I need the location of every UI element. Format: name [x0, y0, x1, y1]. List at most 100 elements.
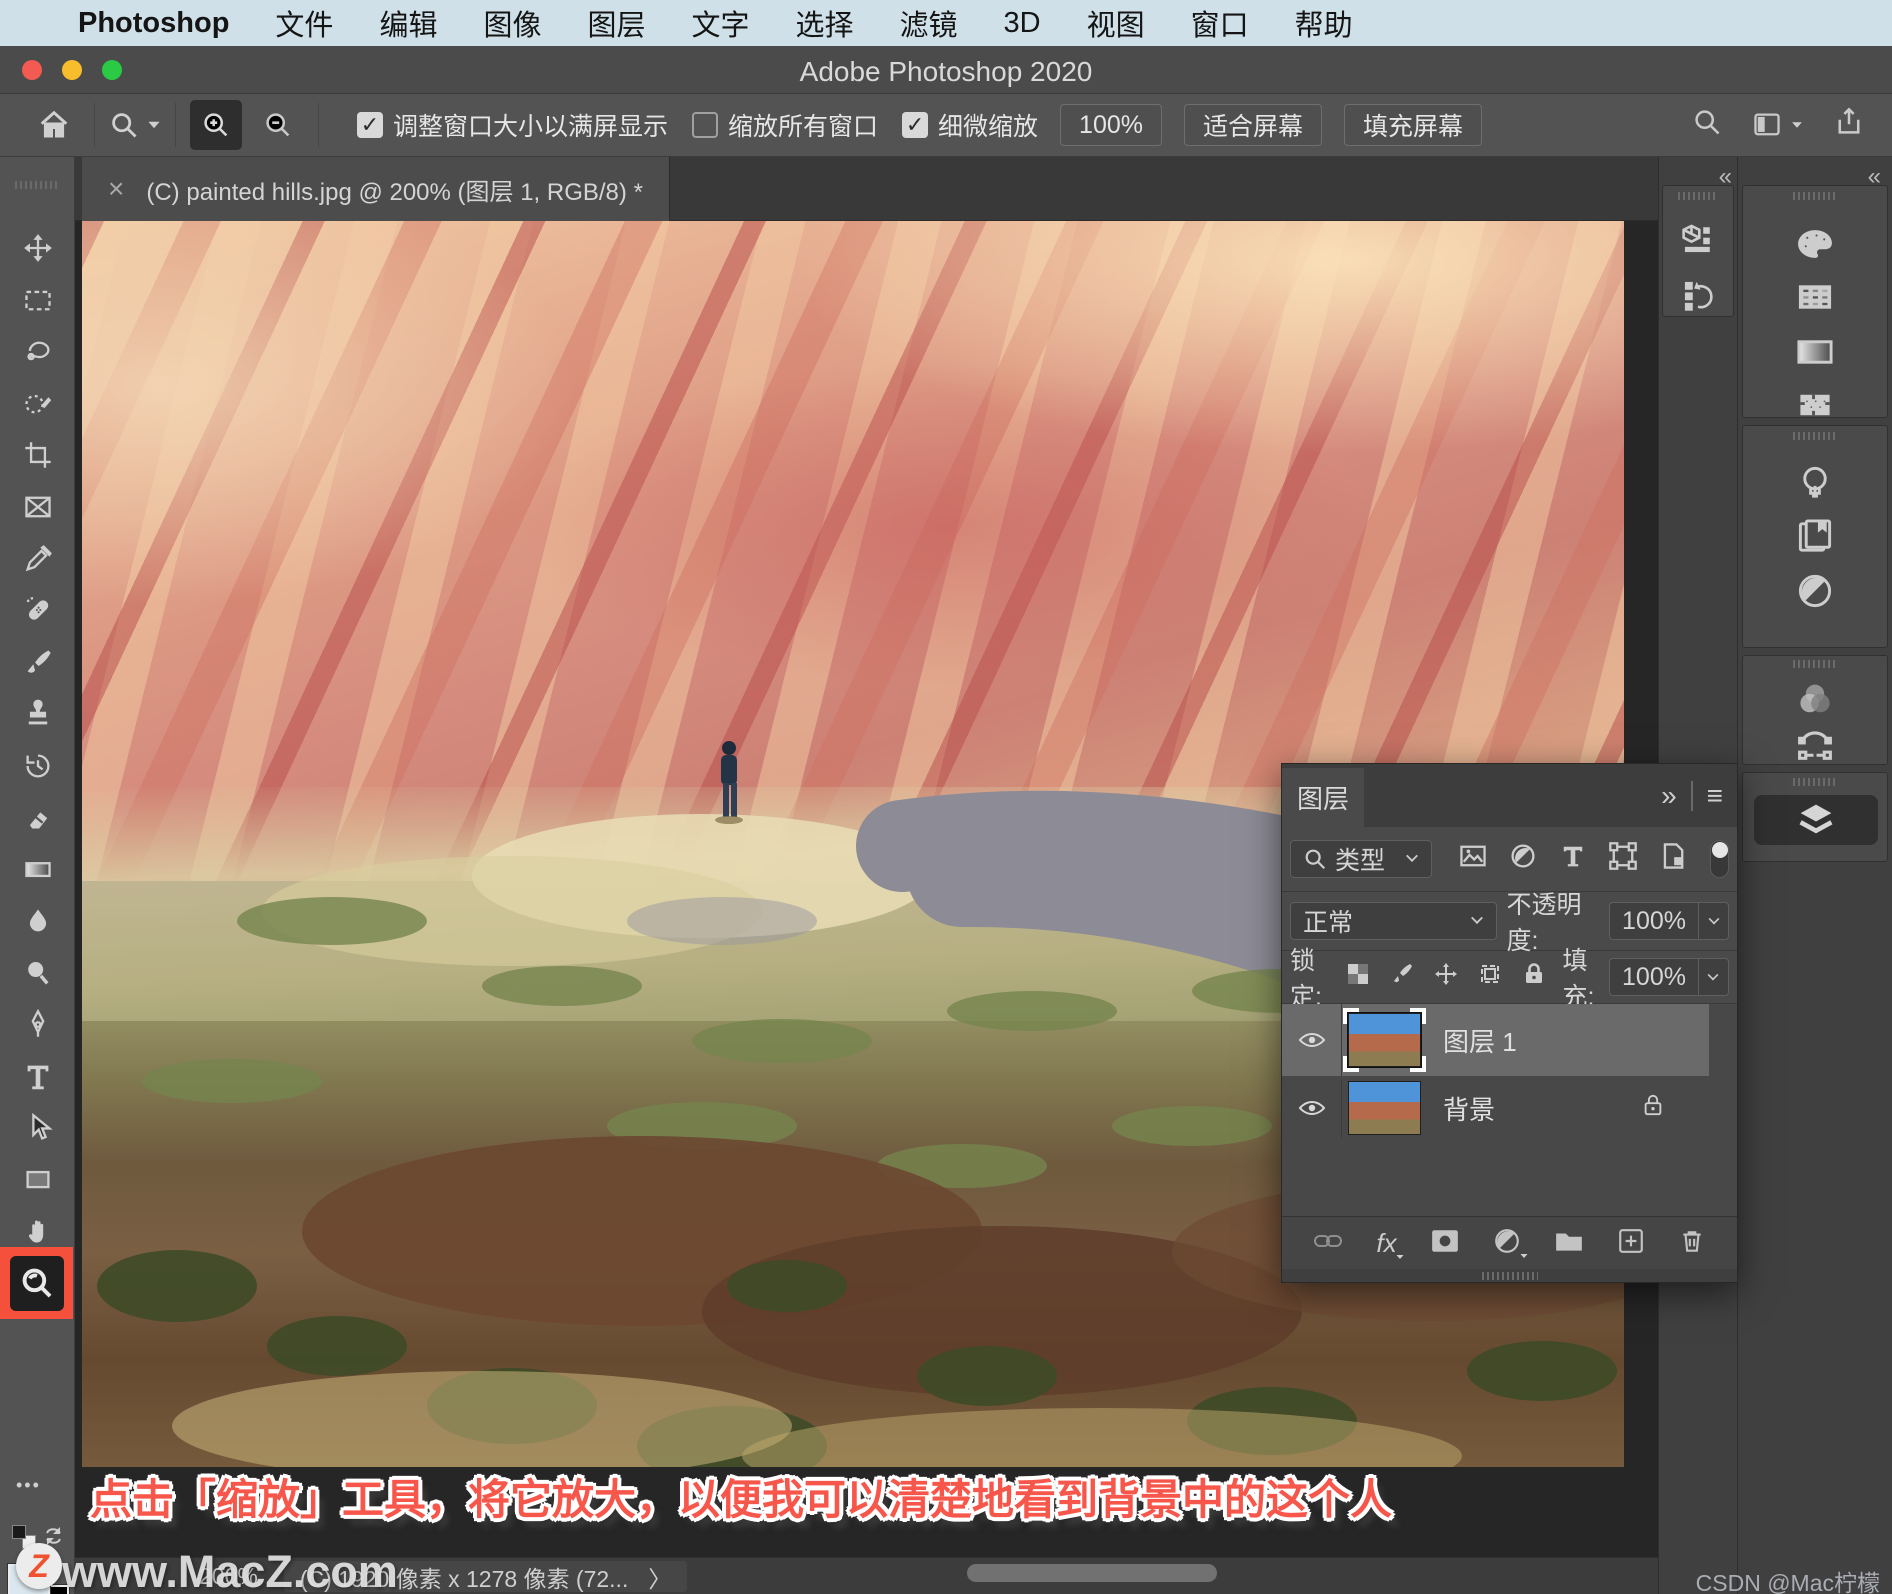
layers-panel-dock-button[interactable] — [1754, 795, 1878, 845]
zoom-all-windows-checkbox[interactable]: 缩放所有窗口 — [692, 107, 878, 143]
panel-resize-grip[interactable] — [1282, 1269, 1737, 1282]
filter-shape-layers-icon[interactable] — [1608, 841, 1638, 878]
filter-smart-objects-icon[interactable] — [1658, 841, 1688, 878]
toolbar-grip[interactable] — [15, 181, 59, 189]
learn-panel-icon[interactable] — [1743, 464, 1887, 502]
layers-tab[interactable]: 图层 — [1282, 768, 1364, 827]
menu-item-select[interactable]: 选择 — [796, 2, 854, 44]
patterns-panel-icon[interactable] — [1743, 386, 1887, 424]
clone-stamp-tool[interactable] — [10, 691, 66, 737]
dodge-tool[interactable] — [10, 950, 66, 996]
zoom-tool[interactable] — [9, 1255, 64, 1311]
filter-toggle-switch[interactable] — [1710, 840, 1729, 878]
lock-pixels-icon[interactable] — [1389, 961, 1415, 994]
gradients-panel-icon[interactable] — [1743, 333, 1887, 371]
close-tab-icon[interactable]: × — [108, 173, 124, 205]
layer-list: 图层 1 背景 — [1282, 1004, 1737, 1216]
opacity-input[interactable]: 100% — [1609, 902, 1729, 940]
properties-panel-icon[interactable] — [1663, 222, 1733, 256]
channels-panel-icon[interactable] — [1743, 680, 1887, 720]
layer-style-fx-icon[interactable]: fx — [1376, 1228, 1404, 1259]
rectangular-marquee-tool[interactable] — [10, 277, 66, 323]
brush-tool[interactable] — [10, 639, 66, 685]
collapse-panel-icon[interactable]: » — [1661, 780, 1677, 812]
filter-type-layers-icon[interactable] — [1558, 841, 1588, 878]
type-tool[interactable] — [10, 1053, 66, 1099]
layer-row-background[interactable]: 背景 — [1282, 1078, 1709, 1138]
libraries-panel-icon[interactable] — [1743, 518, 1887, 556]
visibility-eye-icon[interactable] — [1282, 1078, 1342, 1138]
new-layer-icon[interactable] — [1617, 1227, 1645, 1260]
history-panel-icon[interactable] — [1663, 278, 1733, 312]
swatches-panel-icon[interactable] — [1743, 278, 1887, 316]
eyedropper-tool[interactable] — [10, 536, 66, 582]
menu-app-name[interactable]: Photoshop — [78, 7, 229, 40]
menu-item-edit[interactable]: 编辑 — [379, 2, 437, 44]
zoom-100-button[interactable]: 100% — [1060, 104, 1162, 146]
layer-thumbnail[interactable] — [1343, 1008, 1426, 1072]
rectangle-shape-tool[interactable] — [10, 1156, 66, 1202]
tool-options-bar: ✓ 调整窗口大小以满屏显示 缩放所有窗口 ✓ 细微缩放 100% 适合屏幕 填充… — [0, 94, 1892, 157]
filter-adjustment-layers-icon[interactable] — [1508, 841, 1538, 878]
pen-tool[interactable] — [10, 1001, 66, 1047]
layer-name[interactable]: 图层 1 — [1443, 1022, 1517, 1059]
home-button[interactable] — [38, 109, 70, 141]
menu-item-filter[interactable]: 滤镜 — [900, 2, 958, 44]
share-icon[interactable] — [1834, 107, 1864, 144]
menu-item-file[interactable]: 文件 — [275, 2, 333, 44]
move-tool[interactable] — [10, 225, 66, 271]
workspace-switcher[interactable] — [1752, 110, 1804, 140]
layer-name[interactable]: 背景 — [1443, 1090, 1495, 1127]
object-selection-tool[interactable] — [10, 380, 66, 426]
menu-item-window[interactable]: 窗口 — [1191, 2, 1249, 44]
lock-position-icon[interactable] — [1433, 961, 1459, 994]
zoom-out-mode-button[interactable] — [252, 100, 304, 150]
menu-item-image[interactable]: 图像 — [483, 2, 541, 44]
layer-row-selected[interactable]: 图层 1 — [1282, 1004, 1709, 1076]
menu-item-3d[interactable]: 3D — [1004, 7, 1041, 40]
gradient-tool[interactable] — [10, 846, 66, 892]
layer-thumbnail[interactable] — [1348, 1081, 1421, 1135]
frame-tool[interactable] — [10, 484, 66, 530]
lock-all-icon[interactable] — [1521, 961, 1547, 994]
eraser-tool[interactable] — [10, 794, 66, 840]
lock-transparency-icon[interactable] — [1345, 961, 1371, 994]
lasso-tool[interactable] — [10, 329, 66, 375]
zoom-in-mode-button[interactable] — [190, 100, 242, 150]
adjustments-panel-icon[interactable] — [1743, 572, 1887, 610]
dock-section-learn — [1742, 425, 1888, 648]
crop-tool[interactable] — [10, 432, 66, 478]
path-selection-tool[interactable] — [10, 1105, 66, 1151]
blur-tool[interactable] — [10, 898, 66, 944]
menu-item-view[interactable]: 视图 — [1087, 2, 1145, 44]
history-brush-tool[interactable] — [10, 743, 66, 789]
fit-screen-button[interactable]: 适合屏幕 — [1184, 104, 1323, 146]
link-layers-icon[interactable] — [1313, 1230, 1343, 1257]
layer-filter-select[interactable]: 类型 — [1290, 840, 1433, 878]
healing-brush-tool[interactable] — [10, 587, 66, 633]
visibility-eye-icon[interactable] — [1282, 1004, 1342, 1076]
add-mask-icon[interactable] — [1430, 1228, 1460, 1259]
edit-toolbar-ellipsis[interactable]: ••• — [16, 1475, 41, 1496]
new-adjustment-layer-icon[interactable] — [1493, 1227, 1528, 1260]
fill-input[interactable]: 100% — [1609, 958, 1729, 996]
new-group-folder-icon[interactable] — [1554, 1228, 1584, 1259]
panel-menu-icon[interactable]: ≡ — [1707, 780, 1723, 812]
document-tab[interactable]: × (C) painted hills.jpg @ 200% (图层 1, RG… — [82, 157, 670, 221]
resize-windows-checkbox[interactable]: ✓ 调整窗口大小以满屏显示 — [357, 107, 668, 143]
delete-layer-trash-icon[interactable] — [1678, 1227, 1706, 1260]
chevron-right-icon[interactable]: 〉 — [648, 1560, 671, 1594]
zoom-tool-preset[interactable] — [109, 110, 161, 140]
scrubby-zoom-checkbox[interactable]: ✓ 细微缩放 — [902, 107, 1038, 143]
lock-artboard-icon[interactable] — [1477, 961, 1503, 994]
horizontal-scrollbar-thumb[interactable] — [967, 1564, 1217, 1582]
paths-panel-icon[interactable] — [1743, 726, 1887, 766]
search-icon[interactable] — [1692, 107, 1722, 144]
menu-item-help[interactable]: 帮助 — [1295, 2, 1353, 44]
menu-item-type[interactable]: 文字 — [691, 2, 749, 44]
color-panel-icon[interactable] — [1743, 224, 1887, 264]
filter-pixel-layers-icon[interactable] — [1458, 841, 1488, 878]
menu-item-layer[interactable]: 图层 — [587, 2, 645, 44]
blend-mode-select[interactable]: 正常 — [1290, 902, 1497, 940]
fill-screen-button[interactable]: 填充屏幕 — [1344, 104, 1483, 146]
